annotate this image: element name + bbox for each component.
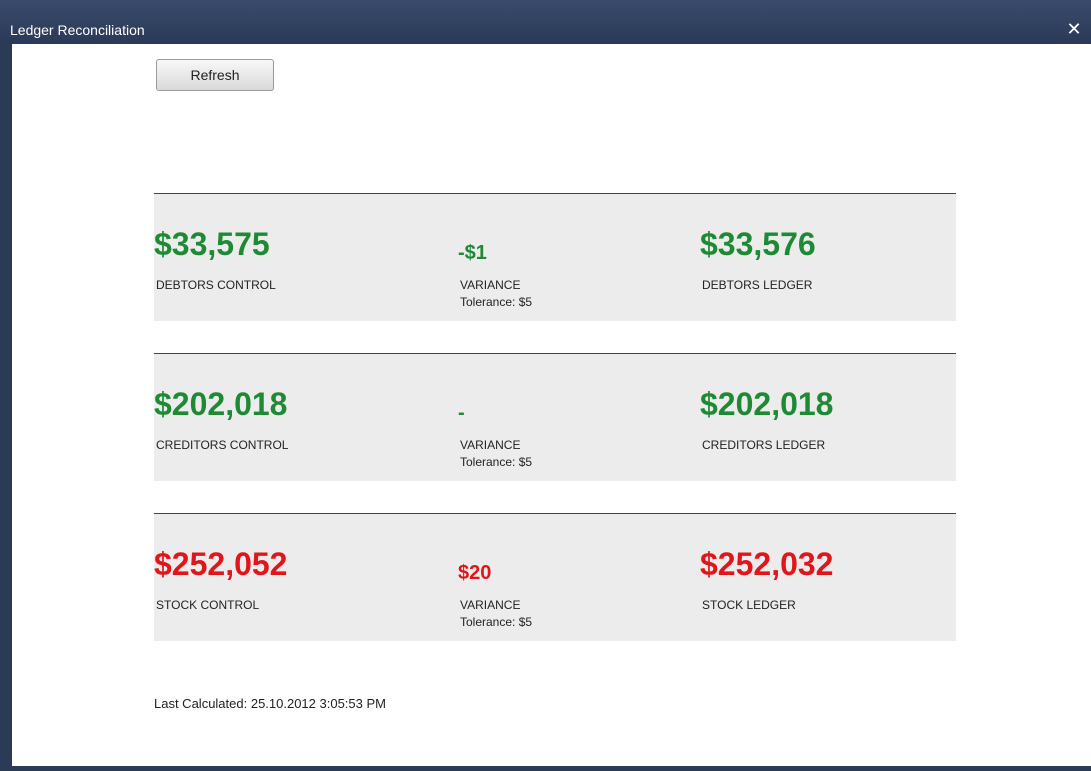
reconciliation-window: Ledger Reconciliation ✕ Refresh $33,575 … (0, 0, 1091, 771)
stock-control-label: STOCK CONTROL (156, 598, 260, 612)
debtors-control-amount: $33,575 (154, 226, 270, 262)
creditors-control-amount: $202,018 (154, 386, 288, 422)
debtors-control-label: DEBTORS CONTROL (156, 278, 276, 292)
window-title: Ledger Reconciliation (10, 22, 145, 38)
debtors-panel: $33,575 DEBTORS CONTROL -$1 VARIANCE Tol… (154, 193, 956, 321)
debtors-ledger-amount: $33,576 (700, 226, 816, 262)
stock-panel: $252,052 STOCK CONTROL $20 VARIANCE Tole… (154, 513, 956, 641)
stock-control-amount: $252,052 (154, 546, 288, 582)
debtors-variance-amount: -$1 (458, 242, 487, 264)
debtors-tolerance: Tolerance: $5 (460, 295, 533, 309)
debtors-ledger-label: DEBTORS LEDGER (702, 278, 813, 292)
creditors-variance-amount: - (458, 402, 465, 424)
creditors-ledger-amount: $202,018 (700, 386, 834, 422)
creditors-ledger-label: CREDITORS LEDGER (702, 438, 826, 452)
stock-ledger-label: STOCK LEDGER (702, 598, 796, 612)
last-calculated-text: Last Calculated: 25.10.2012 3:05:53 PM (154, 696, 386, 711)
creditors-control-label: CREDITORS CONTROL (156, 438, 289, 452)
stock-variance-amount: $20 (458, 562, 492, 584)
close-icon[interactable]: ✕ (1063, 18, 1085, 40)
creditors-panel: $202,018 CREDITORS CONTROL - VARIANCE To… (154, 353, 956, 481)
client-area: Refresh $33,575 DEBTORS CONTROL -$1 VARI… (12, 44, 1091, 766)
creditors-variance-label: VARIANCE (460, 438, 521, 452)
refresh-button[interactable]: Refresh (156, 59, 274, 91)
stock-variance-label: VARIANCE (460, 598, 521, 612)
stock-tolerance: Tolerance: $5 (460, 615, 533, 629)
stock-ledger-amount: $252,032 (700, 546, 834, 582)
title-bar: Ledger Reconciliation ✕ (0, 0, 1091, 44)
creditors-tolerance: Tolerance: $5 (460, 455, 533, 469)
debtors-variance-label: VARIANCE (460, 278, 521, 292)
